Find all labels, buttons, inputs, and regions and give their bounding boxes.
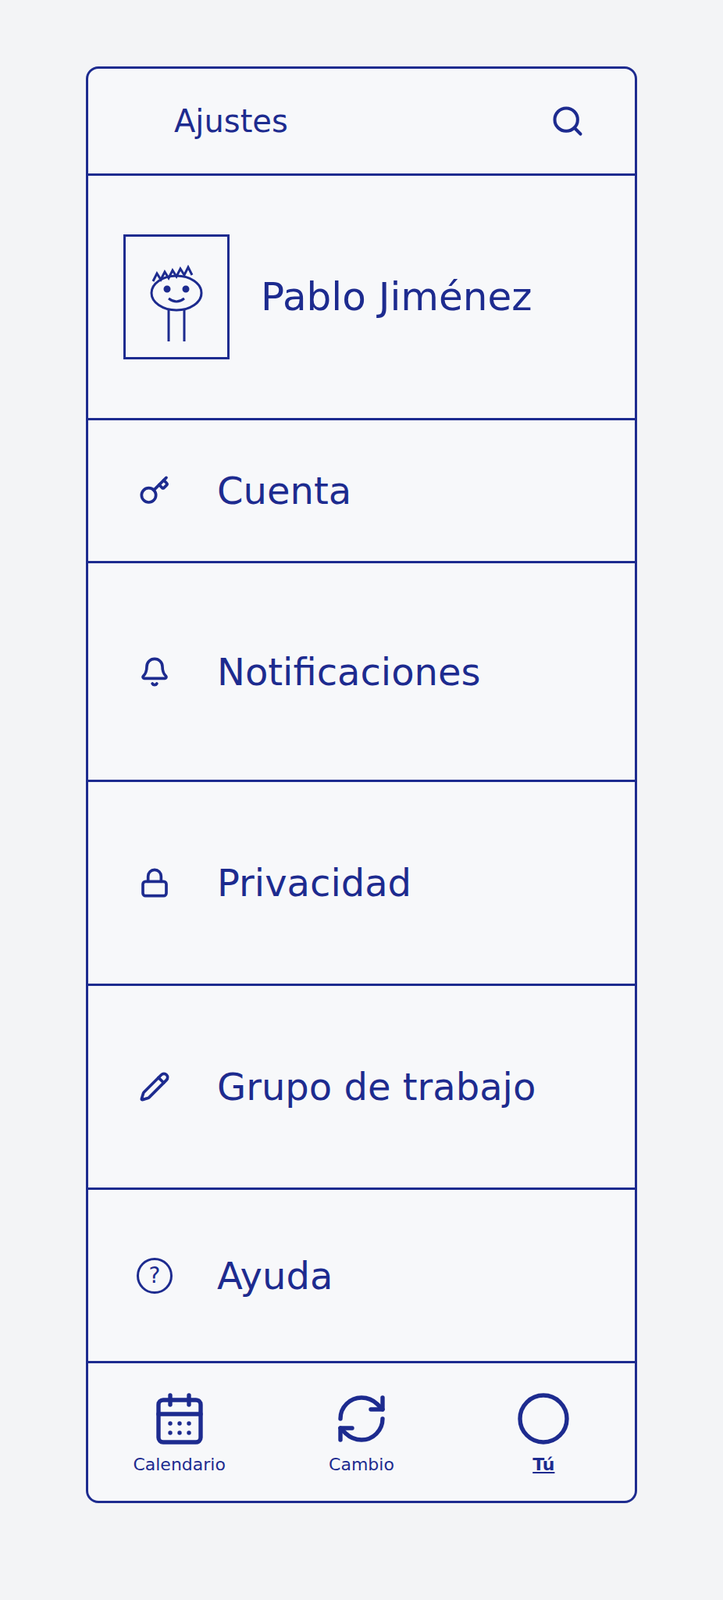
row-icon-slot: ? <box>123 1257 186 1293</box>
nav-label: Tú <box>532 1453 555 1474</box>
search-icon <box>550 103 585 139</box>
nav-icon <box>333 1389 390 1446</box>
row-icon <box>138 1070 171 1102</box>
row-label: Grupo de trabajo <box>217 1064 536 1108</box>
settings-row[interactable]: Notificaciones <box>88 562 635 782</box>
nav-icon <box>515 1389 572 1446</box>
nav-item[interactable]: Cambio <box>270 1389 453 1475</box>
row-label: Privacidad <box>217 860 412 905</box>
search-button[interactable] <box>547 100 588 142</box>
help-icon: ? <box>136 1257 173 1293</box>
nav-label: Cambio <box>328 1453 395 1474</box>
nav-label: Calendario <box>132 1453 226 1474</box>
header: Ajustes <box>88 68 635 176</box>
row-label: Cuenta <box>217 468 352 513</box>
settings-row[interactable]: Cuenta <box>88 420 635 563</box>
settings-row[interactable]: Privacidad <box>88 781 635 986</box>
avatar-icon <box>137 249 216 344</box>
row-icon-slot <box>123 655 186 688</box>
row-label: Ayuda <box>217 1253 333 1297</box>
row-icon-slot <box>123 1070 186 1102</box>
row-label: Notificaciones <box>217 649 481 694</box>
nav-item[interactable]: Tú <box>452 1389 635 1475</box>
row-icon <box>138 866 171 898</box>
title: Ajustes <box>174 103 289 139</box>
row-icon-slot <box>123 866 186 898</box>
profile-name: Pablo Jiménez <box>260 274 532 320</box>
row-icon-slot <box>123 474 186 506</box>
nav-item[interactable]: Calendario <box>88 1389 271 1475</box>
row-icon <box>138 474 171 506</box>
bottom-nav: Calendario Cambio Tú <box>88 1362 635 1500</box>
page: Ajustes Pablo Jiménez Cuenta Notificaciones… <box>0 0 723 1550</box>
row-icon <box>138 655 171 688</box>
settings-row[interactable]: Grupo de trabajo <box>88 985 635 1190</box>
nav-icon <box>151 1389 208 1446</box>
avatar <box>123 234 230 360</box>
profile-row[interactable]: Pablo Jiménez <box>88 175 635 421</box>
settings-row[interactable]: ? Ayuda <box>88 1189 635 1363</box>
phone-frame: Ajustes Pablo Jiménez Cuenta Notificaciones… <box>85 66 638 1503</box>
